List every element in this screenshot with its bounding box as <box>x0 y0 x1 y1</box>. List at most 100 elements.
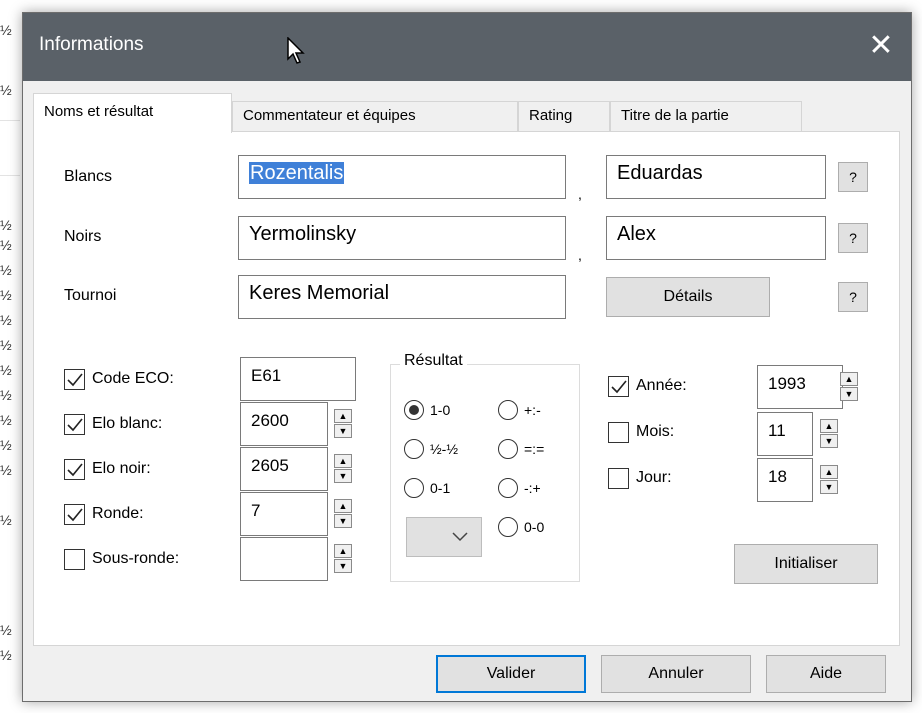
close-icon[interactable]: ✕ <box>861 26 901 66</box>
tournament-label: Tournoi <box>64 287 117 304</box>
result-radio-draw[interactable] <box>404 439 424 459</box>
elo-black-label: Elo noir: <box>92 460 151 477</box>
round-checkbox[interactable] <box>64 504 85 525</box>
result-label-1-0: 1-0 <box>430 402 451 418</box>
bg-mark: ½ <box>0 262 12 278</box>
cancel-button[interactable]: Annuler <box>601 655 751 693</box>
bg-divider <box>0 120 20 121</box>
day-input[interactable]: 18 <box>757 458 813 502</box>
elo-white-label: Elo blanc: <box>92 415 163 432</box>
spin-down-icon[interactable]: ▼ <box>820 480 838 494</box>
white-lastname-input[interactable]: Rozentalis <box>238 155 566 199</box>
elo-white-checkbox[interactable] <box>64 414 85 435</box>
spin-up-icon[interactable]: ▲ <box>820 465 838 479</box>
black-firstname-input[interactable]: Alex <box>606 216 826 260</box>
chevron-down-icon <box>452 532 468 542</box>
spin-down-icon[interactable]: ▼ <box>840 387 858 401</box>
tournament-help-button[interactable]: ? <box>838 282 868 312</box>
day-checkbox[interactable] <box>608 468 629 489</box>
bg-mark: ½ <box>0 412 12 428</box>
bg-mark: ½ <box>0 437 12 453</box>
result-label-plus-minus: +:- <box>524 402 541 418</box>
dialog-title: Informations <box>39 34 144 55</box>
bg-mark: ½ <box>0 22 12 38</box>
eco-input[interactable]: E61 <box>240 357 356 401</box>
spin-down-icon[interactable]: ▼ <box>334 469 352 483</box>
bg-mark: ½ <box>0 622 12 638</box>
result-radio-equal[interactable] <box>498 439 518 459</box>
year-input[interactable]: 1993 <box>757 365 843 409</box>
bg-mark: ½ <box>0 312 12 328</box>
spin-up-icon[interactable]: ▲ <box>334 544 352 558</box>
eco-label: Code ECO: <box>92 370 174 387</box>
black-lastname-input[interactable]: Yermolinsky <box>238 216 566 260</box>
month-checkbox[interactable] <box>608 422 629 443</box>
result-radio-1-0[interactable] <box>404 400 424 420</box>
month-input[interactable]: 11 <box>757 412 813 456</box>
bg-mark: ½ <box>0 287 12 303</box>
result-radio-0-0[interactable] <box>498 517 518 537</box>
bg-mark: ½ <box>0 647 12 663</box>
bg-mark: ½ <box>0 217 12 233</box>
bg-mark: ½ <box>0 462 12 478</box>
title-bar[interactable]: Informations ✕ <box>23 13 911 81</box>
informations-dialog: Informations ✕ Noms et résultat Commenta… <box>22 12 912 702</box>
year-label: Année: <box>636 377 687 394</box>
spin-down-icon[interactable]: ▼ <box>334 559 352 573</box>
result-label-equal: =:= <box>524 441 545 457</box>
year-checkbox[interactable] <box>608 376 629 397</box>
result-label-minus-plus: -:+ <box>524 480 541 496</box>
spin-up-icon[interactable]: ▲ <box>334 454 352 468</box>
bg-mark: ½ <box>0 337 12 353</box>
tab-rating[interactable]: Rating <box>518 101 610 131</box>
subround-input[interactable] <box>240 537 328 581</box>
white-firstname-input[interactable]: Eduardas <box>606 155 826 199</box>
eco-checkbox[interactable] <box>64 369 85 390</box>
result-radio-0-1[interactable] <box>404 478 424 498</box>
spin-up-icon[interactable]: ▲ <box>820 419 838 433</box>
spin-down-icon[interactable]: ▼ <box>334 514 352 528</box>
result-label-draw: ½-½ <box>430 441 459 457</box>
spin-up-icon[interactable]: ▲ <box>840 372 858 386</box>
bg-mark: ½ <box>0 82 12 98</box>
result-dropdown[interactable] <box>406 517 482 557</box>
white-label: Blancs <box>64 168 113 185</box>
spin-down-icon[interactable]: ▼ <box>334 424 352 438</box>
elo-white-input[interactable]: 2600 <box>240 402 328 446</box>
help-button[interactable]: Aide <box>766 655 886 693</box>
result-radio-plus-minus[interactable] <box>498 400 518 420</box>
round-input[interactable]: 7 <box>240 492 328 536</box>
elo-black-checkbox[interactable] <box>64 459 85 480</box>
bg-mark: ½ <box>0 362 12 378</box>
result-label-0-1: 0-1 <box>430 480 451 496</box>
reset-button[interactable]: Initialiser <box>734 544 878 584</box>
ok-button[interactable]: Valider <box>436 655 586 693</box>
result-group-title: Résultat <box>400 352 467 370</box>
round-label: Ronde: <box>92 505 144 522</box>
background-notation-strip: ½ ½ ½ ½ ½ ½ ½ ½ ½ ½ ½ ½ ½ ½ ½ ½ <box>0 0 22 713</box>
tournament-input[interactable]: Keres Memorial <box>238 275 566 319</box>
mouse-cursor-icon <box>287 37 305 64</box>
comma-separator: , <box>578 247 582 263</box>
elo-black-input[interactable]: 2605 <box>240 447 328 491</box>
bg-mark: ½ <box>0 512 12 528</box>
tab-names-result[interactable]: Noms et résultat <box>33 93 232 133</box>
white-help-button[interactable]: ? <box>838 162 868 192</box>
bg-mark: ½ <box>0 387 12 403</box>
black-help-button[interactable]: ? <box>838 223 868 253</box>
result-label-0-0: 0-0 <box>524 519 545 535</box>
bg-mark: ½ <box>0 237 12 253</box>
tab-game-title[interactable]: Titre de la partie <box>610 101 802 131</box>
subround-label: Sous-ronde: <box>92 550 180 567</box>
details-button[interactable]: Détails <box>606 277 770 317</box>
tab-panel-names-result: Blancs Rozentalis , Eduardas ? Noirs Yer… <box>33 131 900 646</box>
comma-separator: , <box>578 186 582 202</box>
spin-up-icon[interactable]: ▲ <box>334 499 352 513</box>
month-label: Mois: <box>636 423 675 440</box>
spin-up-icon[interactable]: ▲ <box>334 409 352 423</box>
black-label: Noirs <box>64 228 102 245</box>
subround-checkbox[interactable] <box>64 549 85 570</box>
result-radio-minus-plus[interactable] <box>498 478 518 498</box>
tab-commentator-teams[interactable]: Commentateur et équipes <box>232 101 518 131</box>
spin-down-icon[interactable]: ▼ <box>820 434 838 448</box>
